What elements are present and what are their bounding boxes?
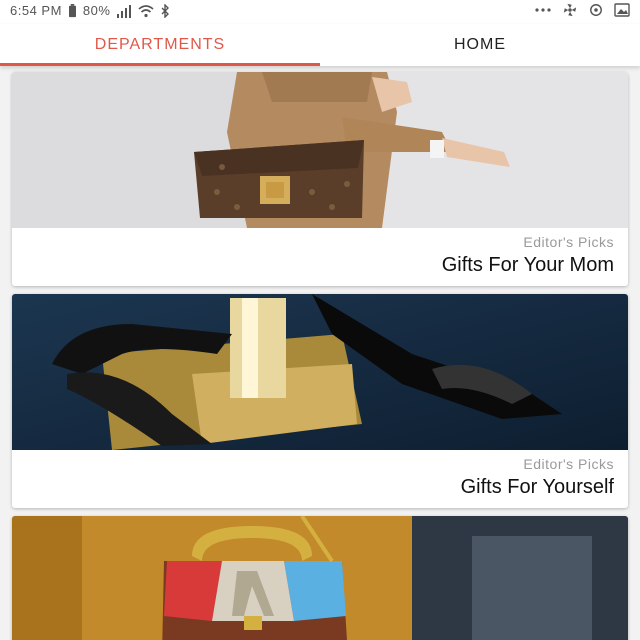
card-subtitle: Editor's Picks xyxy=(523,456,614,472)
card-title: Gifts For Yourself xyxy=(460,476,614,498)
more-icon xyxy=(535,8,551,12)
clock-text: 6:54 PM xyxy=(10,3,62,18)
card-subtitle: Editor's Picks xyxy=(523,234,614,250)
card-title: Gifts For Your Mom xyxy=(441,254,614,276)
card-image-black-heels-on-gold-block xyxy=(12,294,628,450)
card-gifts-for-yourself[interactable]: Editor's Picks Gifts For Yourself xyxy=(12,294,628,508)
battery-text: 80% xyxy=(82,3,111,18)
card-colorful-handbag[interactable] xyxy=(12,516,628,640)
tab-bar: DEPARTMENTS HOME xyxy=(0,24,640,66)
tab-departments-label: DEPARTMENTS xyxy=(94,36,226,53)
content-feed[interactable]: Editor's Picks Gifts For Your Mom Editor… xyxy=(0,66,640,640)
bluetooth-icon xyxy=(161,3,170,18)
status-bar-left: 6:54 PM 80% xyxy=(10,3,170,18)
battery-icon xyxy=(68,3,76,17)
pinwheel-icon xyxy=(563,3,577,17)
card-image-woman-with-handbag xyxy=(12,72,628,228)
card-gifts-for-mom[interactable]: Editor's Picks Gifts For Your Mom xyxy=(12,72,628,286)
tab-home-label: HOME xyxy=(454,36,506,53)
tab-home[interactable]: HOME xyxy=(320,24,640,66)
wifi-icon xyxy=(138,4,154,17)
status-bar: 6:54 PM 80% xyxy=(0,0,640,24)
image-icon xyxy=(614,3,630,17)
status-bar-right xyxy=(534,3,630,17)
tab-departments[interactable]: DEPARTMENTS xyxy=(0,24,320,66)
signal-icon xyxy=(117,4,132,18)
sync-icon xyxy=(590,4,602,16)
card-image-colorful-handbag xyxy=(12,516,628,640)
